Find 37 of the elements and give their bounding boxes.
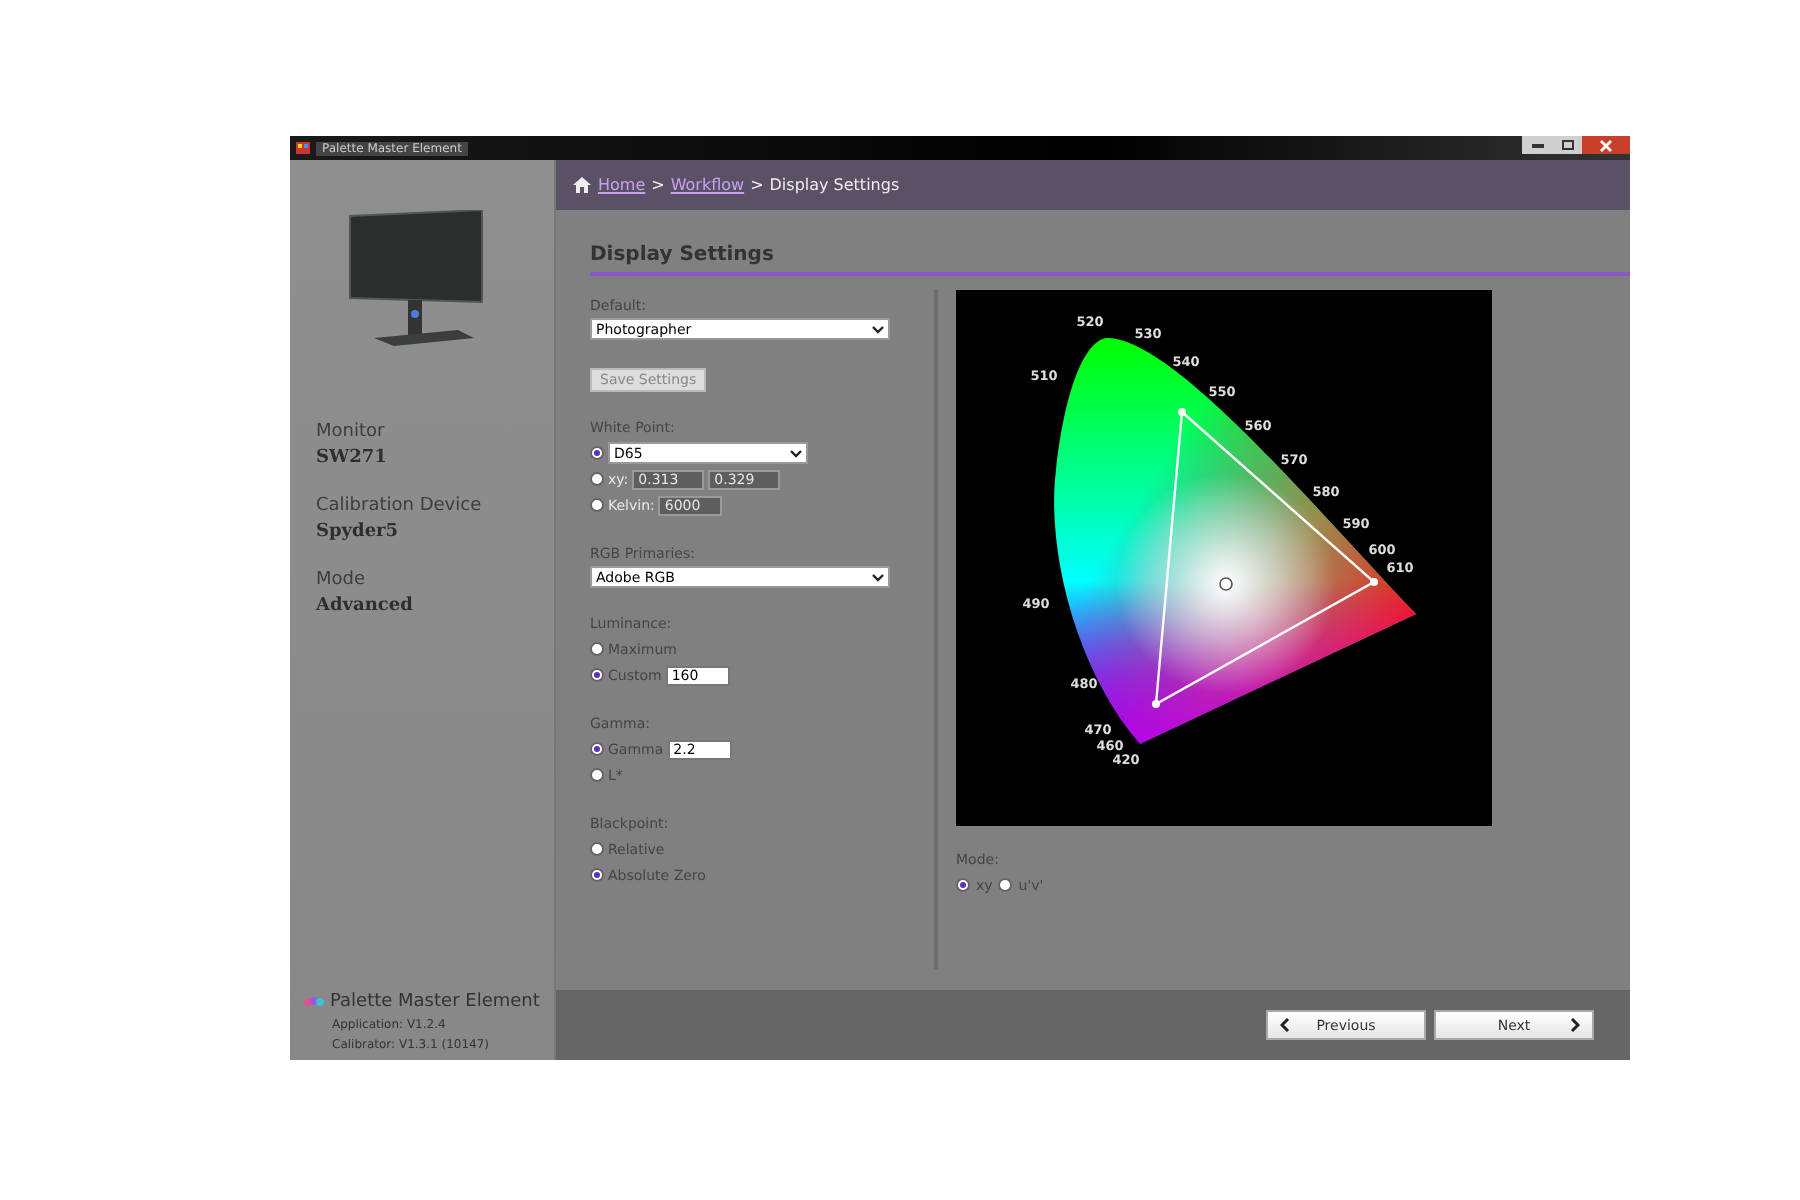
breadcrumb-separator: >	[651, 176, 665, 194]
info-label: Mode	[316, 570, 368, 590]
radio-button[interactable]	[590, 742, 604, 756]
radio-button[interactable]	[956, 878, 970, 892]
radio-button[interactable]	[590, 868, 604, 882]
reference-point-marker	[1219, 577, 1233, 591]
radio-button[interactable]	[998, 878, 1013, 892]
breadcrumb-separator: >	[750, 176, 764, 194]
page-heading: Display Settings	[590, 244, 1630, 276]
info-value: Spyder5	[316, 522, 401, 542]
minimize-icon	[1532, 143, 1544, 147]
close-button[interactable]	[1582, 136, 1630, 154]
page-path-text: Display Settings	[769, 176, 900, 194]
breadcrumb-link[interactable]: Workflow	[670, 176, 745, 194]
product-name: Palette Master Element	[330, 992, 540, 1012]
radio-button[interactable]	[590, 668, 604, 682]
radio-button[interactable]	[590, 642, 604, 656]
radio-button[interactable]	[590, 446, 604, 460]
info-label: Monitor	[316, 422, 387, 442]
app-icon	[296, 142, 310, 154]
info-value: SW271	[316, 448, 389, 468]
chevron-right-icon	[1570, 1018, 1580, 1032]
caret-icon	[872, 573, 884, 581]
chevron-left-icon	[1280, 1018, 1290, 1032]
info-value: Advanced	[316, 596, 415, 616]
home-icon	[572, 176, 592, 194]
maximize-button[interactable]	[1554, 136, 1582, 154]
maximize-icon	[1562, 140, 1574, 150]
close-icon	[1600, 139, 1612, 151]
radio-button[interactable]	[590, 842, 604, 856]
caret-icon	[790, 449, 802, 457]
monitor-drawing	[346, 210, 486, 350]
radio-button[interactable]	[590, 768, 604, 782]
caret-icon	[872, 325, 884, 333]
info-label: Calibration Device	[316, 496, 484, 516]
minimize-button[interactable]	[1522, 136, 1554, 154]
palette-logo-icon	[304, 996, 324, 1008]
